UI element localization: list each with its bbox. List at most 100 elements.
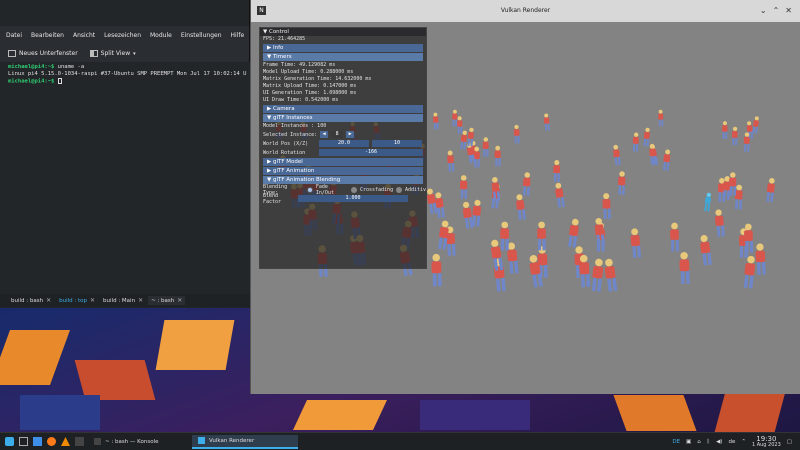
language-indicator[interactable]: de [728, 439, 735, 445]
terminal-output[interactable]: michael@pi4:~$ uname -a Linux pi4 5.15.0-… [0, 62, 250, 294]
maximize-icon[interactable]: ⌃ [773, 6, 780, 15]
terminal-line: Linux pi4 5.15.0-1034-raspi #37-Ubuntu S… [8, 71, 247, 77]
clock[interactable]: 19:30 1 Aug 2023 [752, 435, 781, 448]
character-figure [611, 144, 623, 166]
character-figure [520, 171, 533, 196]
world-rotation-row: World Rotation -166 [260, 148, 426, 157]
character-figure [647, 143, 658, 165]
character-figure [552, 159, 563, 182]
konsole-tab[interactable]: build : bash ✕ [8, 296, 54, 305]
character-figure [713, 208, 728, 237]
selected-instance-value[interactable]: 8 [331, 131, 344, 138]
menu-view[interactable]: Ansicht [73, 32, 95, 39]
keyboard-layout-indicator[interactable]: DE [672, 439, 680, 445]
menu-help[interactable]: Hilfe [231, 32, 245, 39]
menu-file[interactable]: Datei [6, 32, 22, 39]
app-icon [198, 437, 205, 444]
character-figure [721, 120, 730, 139]
network-icon[interactable]: ⌂ [697, 439, 701, 445]
character-figure [512, 125, 521, 144]
character-figure [576, 254, 593, 288]
show-desktop-icon[interactable]: ▢ [787, 439, 792, 445]
character-figure [543, 112, 552, 131]
wallpaper-shape [613, 395, 697, 431]
fps-readout: FPS: 21.464285 [263, 36, 306, 42]
terminal-icon[interactable] [75, 437, 84, 446]
new-tab-button[interactable]: Neues Unterfenster [8, 50, 78, 57]
menu-bookmarks[interactable]: Lesezeichen [104, 32, 141, 39]
previous-instance-button[interactable]: ◀ [320, 131, 329, 138]
close-icon[interactable]: ✕ [138, 297, 143, 304]
gltf-instances-header[interactable]: ▼ glTF Instances [263, 114, 423, 122]
gltf-animation-header[interactable]: ▶ glTF Animation [263, 167, 423, 175]
chevron-up-icon[interactable]: ⌃ [741, 439, 746, 445]
selected-character-figure [702, 192, 714, 212]
close-icon[interactable]: ✕ [785, 6, 792, 15]
wallpaper-shape [293, 400, 387, 430]
terminal-line: michael@pi4:~$ [8, 78, 242, 86]
character-figure [628, 228, 644, 259]
matrix-upload-time: Matrix Upload Time: 0.147000 ms [263, 83, 357, 89]
close-icon[interactable]: ✕ [90, 297, 95, 304]
character-figure [616, 171, 628, 195]
file-manager-icon[interactable] [33, 437, 42, 446]
frame-time: Frame Time: 49.129082 ms [263, 62, 336, 68]
character-figure [446, 150, 457, 172]
camera-header[interactable]: ▶ Camera [263, 105, 423, 113]
character-figure [458, 175, 469, 200]
fade-radio[interactable] [307, 186, 313, 193]
clipboard-icon[interactable]: ▣ [686, 439, 691, 445]
world-pos-z-slider[interactable]: 10 [372, 140, 422, 147]
character-figure [764, 178, 778, 203]
terminal-line: michael@pi4:~$ uname -a [8, 64, 85, 70]
close-icon[interactable]: ✕ [46, 297, 51, 304]
app-launcher-icon[interactable] [5, 437, 14, 446]
gltf-model-header[interactable]: ▶ glTF Model [263, 158, 423, 166]
pager-icon[interactable] [19, 437, 28, 446]
system-tray: DE ▣ ⌂ ᛒ ◀) de ⌃ 19:30 1 Aug 2023 ▢ [672, 435, 800, 448]
blend-factor-slider[interactable]: 1.000 [298, 195, 408, 202]
wallpaper-shape [714, 392, 786, 432]
character-figure [494, 145, 504, 167]
split-view-button[interactable]: Split View ▾ [89, 50, 136, 57]
world-pos-x-slider[interactable]: 20.0 [319, 140, 369, 147]
vlc-icon[interactable] [61, 437, 70, 446]
menu-plugins[interactable]: Module [150, 32, 172, 39]
timers-header[interactable]: ▼ Timers [263, 53, 423, 61]
additive-radio[interactable] [396, 186, 402, 193]
character-figure [601, 192, 614, 219]
taskbar: ~ : bash — Konsole Vulkan Renderer DE ▣ … [0, 432, 800, 450]
wallpaper-shape [0, 330, 71, 385]
matrix-generation-time: Matrix Generation Time: 14.632000 ms [263, 76, 372, 82]
volume-icon[interactable]: ◀) [716, 439, 722, 445]
menu-edit[interactable]: Bearbeiten [31, 32, 64, 39]
firefox-icon[interactable] [47, 437, 56, 446]
next-instance-button[interactable]: ▶ [346, 131, 355, 138]
bluetooth-icon[interactable]: ᛒ [707, 439, 710, 445]
blend-factor-row: Blend Factor 1.000 [260, 193, 426, 205]
konsole-window[interactable]: Datei Bearbeiten Ansicht Lesezeichen Mod… [0, 0, 250, 308]
task-konsole[interactable]: ~ : bash — Konsole [88, 435, 192, 449]
minimize-icon[interactable]: ⌄ [760, 6, 767, 15]
chevron-down-icon: ▾ [133, 50, 136, 57]
konsole-tab[interactable]: build : Main ✕ [100, 296, 146, 305]
character-figure [552, 182, 567, 209]
close-icon[interactable]: ✕ [177, 297, 182, 304]
konsole-tab[interactable]: ~ : bash ✕ [148, 296, 186, 305]
character-figure [631, 132, 641, 152]
world-rotation-slider[interactable]: -166 [319, 149, 423, 156]
control-panel-title[interactable]: ▼ Control [260, 28, 426, 36]
character-figure [514, 193, 529, 220]
task-vulkan-renderer[interactable]: Vulkan Renderer [192, 434, 298, 449]
selected-instance-row: Selected Instance: ◀ 8 ▶ [260, 130, 426, 139]
character-figure [727, 171, 738, 196]
imgui-control-panel[interactable]: ▼ Control FPS: 21.464285 ▶ Info ▼ Timers… [259, 27, 427, 269]
konsole-toolbar: Neues Unterfenster Split View ▾ [0, 44, 249, 64]
menu-settings[interactable]: Einstellungen [181, 32, 222, 39]
crossfading-radio[interactable] [351, 186, 357, 193]
vulkan-titlebar[interactable]: N Vulkan Renderer ⌄ ⌃ ✕ [251, 0, 800, 22]
character-figure [657, 110, 665, 127]
model-instances-count: Model Instances : 100 [263, 123, 327, 129]
info-header[interactable]: ▶ Info [263, 44, 423, 52]
konsole-tab[interactable]: build : top ✕ [56, 296, 98, 305]
